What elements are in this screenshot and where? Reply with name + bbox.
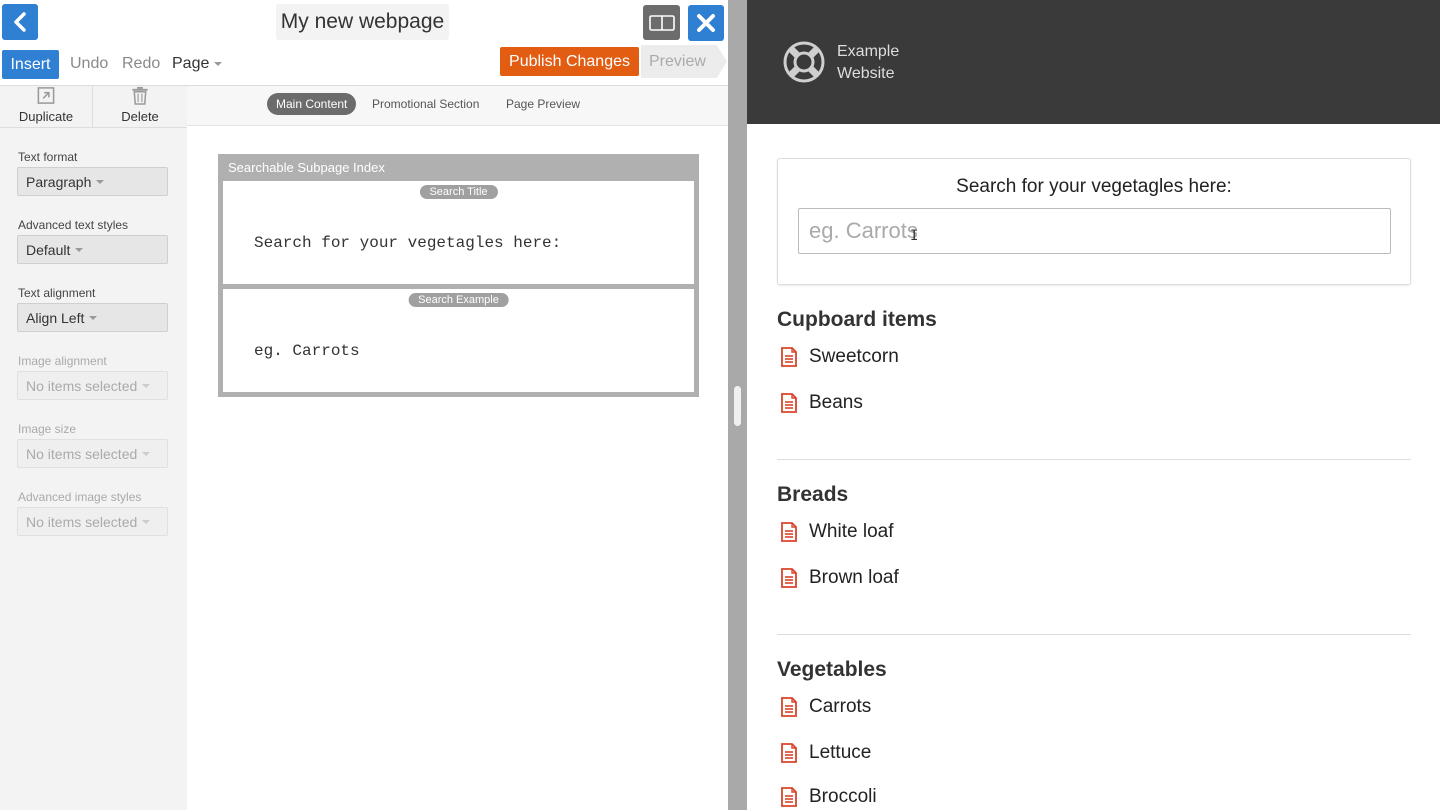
site-name-line2: Website xyxy=(837,65,895,82)
editor-toolbar: My new webpage Insert Undo Redo Page Pub… xyxy=(0,0,728,86)
section-title: Cupboard items xyxy=(777,308,937,331)
duplicate-button[interactable]: Duplicate xyxy=(0,86,93,128)
search-input[interactable] xyxy=(798,208,1391,254)
chevron-down-icon xyxy=(96,179,105,184)
chevron-down-icon xyxy=(75,247,84,252)
tab-page-preview[interactable]: Page Preview xyxy=(506,93,580,115)
tab-main-content[interactable]: Main Content xyxy=(267,93,357,115)
image-alignment-select: No items selected xyxy=(17,371,168,400)
page-menu-label: Page xyxy=(172,55,210,72)
search-example-block[interactable]: Search Example eg. Carrots xyxy=(223,289,694,392)
list-item[interactable]: Lettuce xyxy=(777,740,871,766)
list-item-label: Beans xyxy=(809,392,863,413)
chevron-down-icon xyxy=(142,451,151,456)
chevron-left-icon xyxy=(14,12,26,32)
document-icon xyxy=(781,568,797,588)
search-title-text[interactable]: Search for your vegetagles here: xyxy=(254,234,561,252)
search-example-badge: Search Example xyxy=(408,293,509,307)
tab-promotional-section[interactable]: Promotional Section xyxy=(372,93,479,115)
list-item-label: White loaf xyxy=(809,521,894,542)
searchable-subpage-index-widget[interactable]: Searchable Subpage Index Search Title Se… xyxy=(218,154,699,397)
document-icon xyxy=(781,697,797,717)
divider xyxy=(777,634,1411,635)
advanced-text-styles-value: Default xyxy=(26,241,71,258)
divider xyxy=(777,459,1411,460)
site-header: Example Website xyxy=(747,0,1440,124)
advanced-image-styles-select: No items selected xyxy=(17,507,168,536)
text-alignment-value: Align Left xyxy=(26,309,85,326)
list-item-label: Broccoli xyxy=(809,786,877,807)
text-format-value: Paragraph xyxy=(26,173,92,190)
preview-button[interactable]: Preview xyxy=(641,45,727,78)
properties-sidebar: Duplicate Delete Text format Paragraph A… xyxy=(0,86,187,810)
document-icon xyxy=(781,787,797,807)
widget-title: Searchable Subpage Index xyxy=(228,160,385,175)
text-alignment-label: Text alignment xyxy=(18,286,96,300)
search-heading: Search for your vegetagles here: xyxy=(956,176,1232,197)
search-title-badge: Search Title xyxy=(419,185,498,199)
text-cursor-icon: I xyxy=(910,228,919,244)
search-card: Search for your vegetagles here: xyxy=(777,158,1411,285)
image-alignment-label: Image alignment xyxy=(18,354,107,368)
image-size-value: No items selected xyxy=(26,445,138,462)
chevron-down-icon xyxy=(142,519,151,524)
close-button[interactable] xyxy=(688,5,724,41)
chevron-down-icon xyxy=(214,61,223,66)
chevron-down-icon xyxy=(142,383,151,388)
redo-button[interactable]: Redo xyxy=(122,55,160,73)
document-icon xyxy=(781,347,797,367)
list-item[interactable]: Broccoli xyxy=(777,784,877,810)
image-size-select: No items selected xyxy=(17,439,168,468)
image-size-label: Image size xyxy=(18,422,77,436)
region-tabs: Main Content Promotional Section Page Pr… xyxy=(187,86,728,126)
advanced-text-styles-select[interactable]: Default xyxy=(17,235,168,264)
split-divider[interactable] xyxy=(728,0,747,810)
advanced-image-styles-value: No items selected xyxy=(26,513,138,530)
page-menu[interactable]: Page xyxy=(172,55,223,73)
document-icon xyxy=(781,393,797,413)
editor-canvas: Searchable Subpage Index Search Title Se… xyxy=(187,127,728,810)
divider-handle[interactable] xyxy=(734,386,741,426)
list-item-label: Lettuce xyxy=(809,742,872,763)
text-format-select[interactable]: Paragraph xyxy=(17,167,168,196)
document-icon xyxy=(781,522,797,542)
back-button[interactable] xyxy=(2,4,38,40)
list-item[interactable]: Beans xyxy=(777,390,863,416)
image-alignment-value: No items selected xyxy=(26,377,138,394)
text-alignment-select[interactable]: Align Left xyxy=(17,303,168,332)
search-example-text[interactable]: eg. Carrots xyxy=(254,342,360,360)
duplicate-icon xyxy=(37,87,55,104)
delete-button[interactable]: Delete xyxy=(93,86,187,128)
delete-label: Delete xyxy=(121,109,159,124)
duplicate-label: Duplicate xyxy=(18,109,74,124)
list-item-label: Brown loaf xyxy=(809,567,899,588)
search-title-block[interactable]: Search Title Search for your vegetagles … xyxy=(223,181,694,284)
list-item[interactable]: Brown loaf xyxy=(777,565,899,591)
page-title[interactable]: My new webpage xyxy=(276,4,449,40)
site-name[interactable]: Example Website xyxy=(837,41,899,85)
lifebuoy-icon xyxy=(783,41,825,83)
split-view-icon xyxy=(648,14,675,31)
list-item[interactable]: Sweetcorn xyxy=(777,344,899,370)
trash-icon xyxy=(132,86,148,105)
undo-button[interactable]: Undo xyxy=(70,55,108,73)
advanced-text-styles-label: Advanced text styles xyxy=(18,218,129,232)
section-title: Breads xyxy=(777,483,849,506)
document-icon xyxy=(781,743,797,763)
close-icon xyxy=(697,14,715,32)
list-item-label: Sweetcorn xyxy=(809,346,899,367)
list-item[interactable]: Carrots xyxy=(777,694,871,720)
list-item-label: Carrots xyxy=(809,696,872,717)
editor-panel: My new webpage Insert Undo Redo Page Pub… xyxy=(0,0,728,810)
chevron-down-icon xyxy=(89,315,98,320)
publish-changes-button[interactable]: Publish Changes xyxy=(500,47,639,76)
advanced-image-styles-label: Advanced image styles xyxy=(18,490,142,504)
split-view-button[interactable] xyxy=(643,5,680,40)
preview-panel: Example Website Search for your vegetagl… xyxy=(747,0,1440,810)
text-format-label: Text format xyxy=(18,150,78,164)
list-item[interactable]: White loaf xyxy=(777,519,893,545)
section-title: Vegetables xyxy=(777,658,887,681)
insert-button[interactable]: Insert xyxy=(2,50,59,79)
site-name-line1: Example xyxy=(837,43,900,60)
